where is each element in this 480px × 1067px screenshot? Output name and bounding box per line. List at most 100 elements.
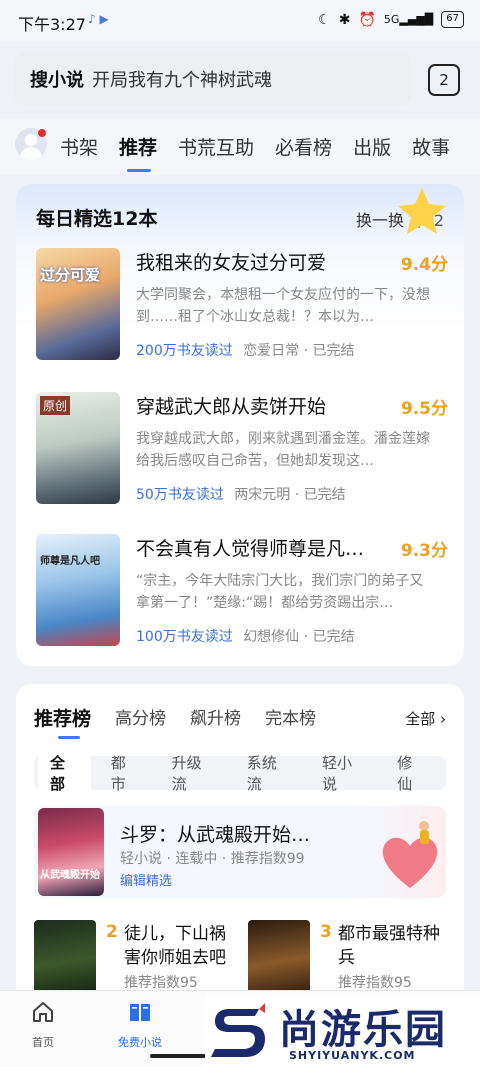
rank-tab-rising[interactable]: 飙升榜 xyxy=(190,704,241,731)
book-title: 我租来的女友过分可爱 xyxy=(136,252,327,274)
meta-dot: · xyxy=(294,487,304,503)
book-cover: 从武魂殿开始 xyxy=(38,808,104,896)
watermark: 尚游乐园 SHYIYUANYK.COM xyxy=(205,995,480,1067)
book-icon xyxy=(130,1004,150,1021)
book-desc: “宗主，今年大陆宗门大比，我们宗门的弟子又拿第一了！”楚缘:“踢！都给劳资踢出宗… xyxy=(136,573,424,611)
bluetooth-icon: ✱ xyxy=(338,11,351,28)
ranking-all-link[interactable]: 全部 › xyxy=(405,708,446,729)
star-icon xyxy=(398,188,446,234)
book-meta: 100万书友读过 幻想修仙 · 已完结 xyxy=(136,626,355,646)
ranking-score: 推荐指数95 xyxy=(338,975,412,991)
tab-must-read[interactable]: 必看榜 xyxy=(275,133,332,160)
cover-title: 从武魂殿开始 xyxy=(40,870,100,881)
book-title: 穿越武大郎从卖饼开始 xyxy=(136,396,327,418)
nav-free-novels-label: 免费小说 xyxy=(118,1036,162,1049)
rank-number: 3 xyxy=(320,922,332,942)
tab-publish[interactable]: 出版 xyxy=(353,133,391,160)
watermark-text: 尚游乐园 xyxy=(279,1007,447,1053)
book-score: 9.4分 xyxy=(400,255,448,275)
network-type: 5G xyxy=(383,13,400,26)
all-label: 全部 xyxy=(405,710,436,728)
book-title: 不会真有人觉得师尊是凡… xyxy=(136,538,365,560)
book-readers: 50万书友读过 xyxy=(136,487,224,503)
cover-title: 师尊是凡人吧 xyxy=(40,556,100,567)
book-cover: 师尊是凡人吧 xyxy=(36,534,120,646)
book-meta: 50万书友读过 两宋元明 · 已完结 xyxy=(136,484,346,504)
book-genre: 两宋元明 xyxy=(234,487,291,503)
search-input[interactable]: 开局我有九个神树武魂 xyxy=(92,66,272,92)
featured-meta: 轻小说 · 连载中 · 推荐指数99 xyxy=(120,851,305,867)
rank-tab-high-score[interactable]: 高分榜 xyxy=(115,704,166,731)
filter-xianxia[interactable]: 修仙 xyxy=(385,748,438,798)
tab-recommend[interactable]: 推荐 xyxy=(119,133,157,172)
cover-title: 原创 xyxy=(40,396,71,415)
meta-dot: · xyxy=(303,343,313,359)
nav-free-novels[interactable]: 免费小说 xyxy=(118,999,162,1050)
nav-home-label: 首页 xyxy=(32,1036,54,1049)
book-readers: 100万书友读过 xyxy=(136,629,233,645)
notification-dot xyxy=(38,129,46,137)
ranking-item[interactable]: 3 都市最强特种兵 推荐指数95 xyxy=(248,920,448,1004)
genre-filter-row: 全部 都市 升级流 系统流 轻小说 修仙 xyxy=(34,748,446,798)
ranking-tabs: 推荐榜 高分榜 飙升榜 完本榜 xyxy=(34,704,340,739)
ranking-title: 都市最强特种兵 xyxy=(338,924,440,968)
daily-picks-title: 每日精选12本 xyxy=(36,208,158,230)
book-item[interactable]: 师尊是凡人吧 不会真有人觉得师尊是凡… 9.3分 “宗主，今年大陆宗门大比，我们… xyxy=(36,534,448,646)
filter-light-novel[interactable]: 轻小说 xyxy=(310,748,377,798)
book-status: 已完结 xyxy=(312,343,355,359)
book-readers: 200万书友读过 xyxy=(136,343,233,359)
tab-count: 2 xyxy=(439,71,449,89)
filter-urban[interactable]: 都市 xyxy=(99,748,152,798)
top-nav: 书架 推荐 书荒互助 必看榜 出版 故事 xyxy=(0,118,480,174)
signal-icon: 5G▂▄▆█ xyxy=(383,13,434,26)
battery-icon: 67 xyxy=(441,11,464,28)
chevron-right-icon: › xyxy=(435,710,446,728)
book-item[interactable]: 过分可爱 我租来的女友过分可爱 9.4分 大学同聚会，本想租一个女友应付的一下，… xyxy=(36,248,448,360)
book-cover: 过分可爱 xyxy=(36,248,120,360)
moon-icon: ☾ xyxy=(318,11,331,28)
book-genre: 幻想修仙 xyxy=(243,629,300,645)
ranking-score: 推荐指数95 xyxy=(124,975,198,991)
featured-title: 斗罗：从武魂殿开始… xyxy=(120,824,311,846)
tab-count-button[interactable]: 2 xyxy=(428,64,460,96)
alarm-icon: ⏰ xyxy=(358,11,376,28)
meta-dot: · xyxy=(303,629,313,645)
heart-icon xyxy=(382,821,438,888)
cover-title: 过分可爱 xyxy=(40,266,101,284)
home-icon xyxy=(33,1002,53,1022)
book-desc: 我穿越成武大郎，刚来就遇到潘金莲。潘金莲嫁给我后感叹自己命苦，但她却发现这… xyxy=(136,431,430,469)
book-item[interactable]: 原创 穿越武大郎从卖饼开始 9.5分 我穿越成武大郎，刚来就遇到潘金莲。潘金莲嫁… xyxy=(36,392,448,504)
book-cover: 原创 xyxy=(36,392,120,504)
filter-all[interactable]: 全部 xyxy=(38,748,91,798)
search-bar[interactable]: 搜小说 开局我有九个神树武魂 xyxy=(14,52,412,106)
book-score: 9.3分 xyxy=(400,541,448,561)
ranking-item[interactable]: 2 徒儿，下山祸害你师姐去吧 推荐指数95 xyxy=(34,920,234,1004)
book-status: 已完结 xyxy=(303,487,346,503)
rank-tab-recommend[interactable]: 推荐榜 xyxy=(34,704,91,739)
tab-bookshelf[interactable]: 书架 xyxy=(60,133,98,160)
tab-story[interactable]: 故事 xyxy=(412,133,450,160)
daily-picks-card: 每日精选12本 换一换3/12 过分可爱 我租来的女友过分可爱 9.4分 大学同… xyxy=(16,184,464,666)
filter-level-up[interactable]: 升级流 xyxy=(160,748,227,798)
home-indicator xyxy=(150,1054,206,1058)
music-icon: ♪ ▶ xyxy=(88,12,109,26)
watermark-url: SHYIYUANYK.COM xyxy=(289,1049,416,1062)
nav-home[interactable]: 首页 xyxy=(30,999,56,1050)
filter-system[interactable]: 系统流 xyxy=(235,748,302,798)
top-nav-tabs: 书架 推荐 书荒互助 必看榜 出版 故事 xyxy=(60,133,471,172)
rank-tab-completed[interactable]: 完本榜 xyxy=(265,704,316,731)
status-time: 下午3:27 xyxy=(18,15,86,34)
book-meta: 200万书友读过 恋爱日常 · 已完结 xyxy=(136,340,355,360)
book-status: 已完结 xyxy=(312,629,355,645)
ranking-card: 推荐榜 高分榜 飙升榜 完本榜 全部 › 全部 都市 升级流 系统流 轻小说 修… xyxy=(16,684,464,1004)
book-genre: 恋爱日常 xyxy=(243,343,300,359)
avatar-body xyxy=(20,147,42,160)
status-bar: 下午3:27 ♪ ▶ ☾ ✱ ⏰ 5G▂▄▆█ 67 xyxy=(0,0,480,42)
status-icons: ☾ ✱ ⏰ 5G▂▄▆█ 67 xyxy=(318,11,464,28)
ranking-title: 徒儿，下山祸害你师姐去吧 xyxy=(124,924,226,968)
book-desc: 大学同聚会，本想租一个女友应付的一下，没想到……租了个冰山女总裁！？本以为… xyxy=(136,287,430,325)
tab-book-help[interactable]: 书荒互助 xyxy=(178,133,254,160)
featured-tag: 编辑精选 xyxy=(120,874,173,889)
featured-book[interactable]: 从武魂殿开始 斗罗：从武魂殿开始… 轻小说 · 连载中 · 推荐指数99 编辑精… xyxy=(34,806,446,898)
search-brand: 搜小说 xyxy=(30,70,84,91)
